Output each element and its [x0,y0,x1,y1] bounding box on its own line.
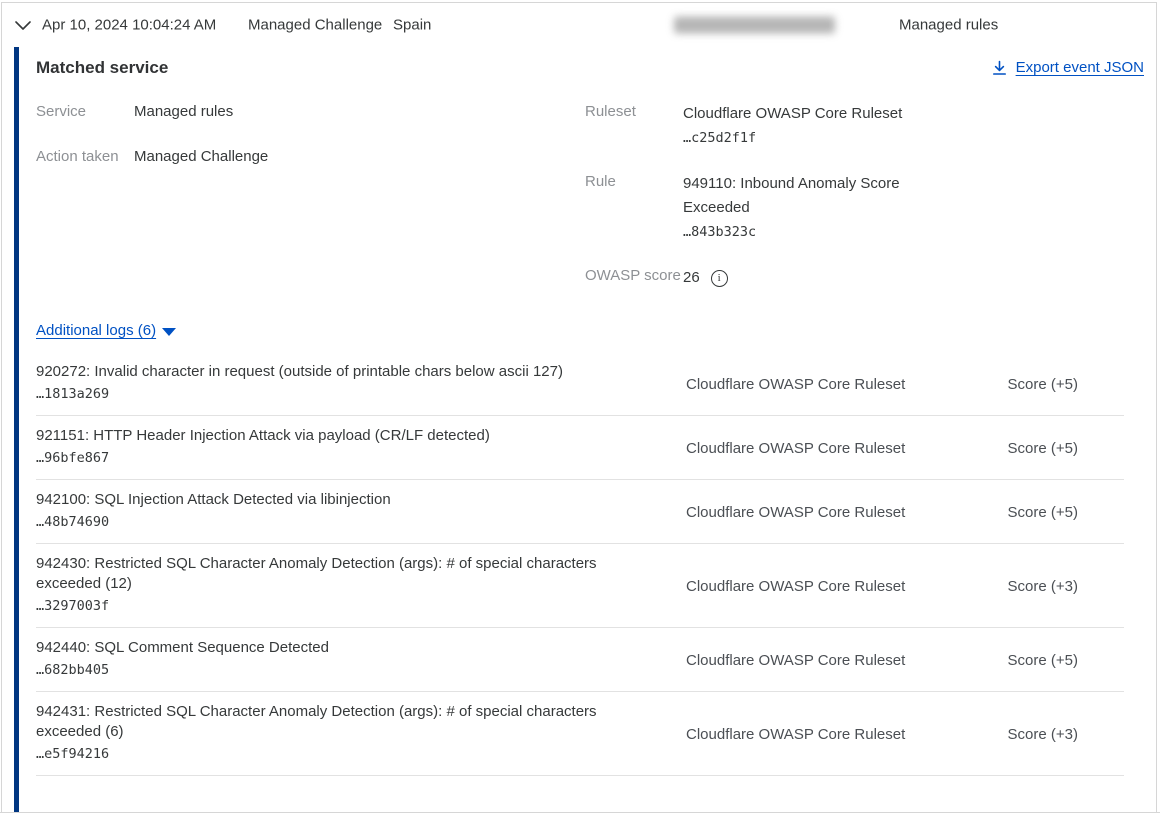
log-ruleset: Cloudflare OWASP Core Ruleset [686,504,936,521]
action-taken-value: Managed Challenge [134,147,268,167]
section-title: Matched service [36,58,168,78]
log-ruleset: Cloudflare OWASP Core Ruleset [686,376,936,393]
log-rule-id: …48b74690 [36,510,621,534]
log-score: Score (+3) [1008,578,1078,595]
service-value: Managed rules [134,102,233,122]
panel-header: Matched service Export event JSON [36,58,1144,78]
log-score: Score (+5) [1008,504,1078,521]
log-description: 942440: SQL Comment Sequence Detected …6… [36,638,621,682]
log-description: 942431: Restricted SQL Character Anomaly… [36,702,621,766]
log-description: 921151: HTTP Header Injection Attack via… [36,426,621,470]
log-ruleset: Cloudflare OWASP Core Ruleset [686,440,936,457]
service-label: Service [36,102,134,122]
service-field: Service Managed rules [36,102,585,122]
info-icon[interactable]: i [711,270,728,287]
log-rule-id: …3297003f [36,594,621,618]
chevron-down-icon[interactable] [13,15,33,35]
owasp-score-field: OWASP score 26 i [585,266,1144,290]
action-taken-label: Action taken [36,147,134,167]
log-rule-id: …682bb405 [36,658,621,682]
ruleset-value: Cloudflare OWASP Core Ruleset …c25d2f1f [683,102,902,150]
rule-label: Rule [585,172,683,244]
action-taken-field: Action taken Managed Challenge [36,147,585,167]
log-row: 921151: HTTP Header Injection Attack via… [36,416,1124,480]
log-description: 942430: Restricted SQL Character Anomaly… [36,554,621,618]
rule-id: …843b323c [683,224,756,240]
log-ruleset: Cloudflare OWASP Core Ruleset [686,726,936,743]
log-rule-title: 921151: HTTP Header Injection Attack via… [36,426,621,446]
log-rule-title: 942100: SQL Injection Attack Detected vi… [36,490,621,510]
caret-down-icon [162,328,176,336]
log-row: 920272: Invalid character in request (ou… [36,352,1124,416]
owasp-score-label: OWASP score [585,266,683,290]
ruleset-label: Ruleset [585,102,683,150]
log-description: 942100: SQL Injection Attack Detected vi… [36,490,621,534]
event-timestamp: Apr 10, 2024 10:04:24 AM [42,17,216,34]
export-event-json-link[interactable]: Export event JSON [992,59,1144,76]
ruleset-name: Cloudflare OWASP Core Ruleset [683,105,902,122]
event-detail-panel: Matched service Export event JSON Servic… [2,49,1156,812]
log-rule-id: …96bfe867 [36,446,621,470]
event-country: Spain [393,17,431,34]
log-rule-id: …e5f94216 [36,742,621,766]
additional-logs-toggle[interactable]: Additional logs (6) [36,322,176,339]
matched-service-fields: Service Managed rules Action taken Manag… [36,102,1144,312]
redacted-value [674,17,835,34]
ruleset-id: …c25d2f1f [683,130,756,146]
additional-logs-list: 920272: Invalid character in request (ou… [36,352,1124,776]
event-action: Managed Challenge [248,17,382,34]
log-ruleset: Cloudflare OWASP Core Ruleset [686,578,936,595]
log-row: 942100: SQL Injection Attack Detected vi… [36,480,1124,544]
field-column-right: Ruleset Cloudflare OWASP Core Ruleset …c… [585,102,1144,312]
ruleset-field: Ruleset Cloudflare OWASP Core Ruleset …c… [585,102,1144,150]
log-rule-title: 942431: Restricted SQL Character Anomaly… [36,702,621,742]
log-score: Score (+5) [1008,440,1078,457]
log-ruleset: Cloudflare OWASP Core Ruleset [686,652,936,669]
owasp-score-value-wrap: 26 i [683,266,728,290]
log-rule-title: 920272: Invalid character in request (ou… [36,362,621,382]
field-column-left: Service Managed rules Action taken Manag… [36,102,585,192]
log-score: Score (+5) [1008,652,1078,669]
rule-name: 949110: Inbound Anomaly Score Exceeded [683,175,900,216]
rule-value: 949110: Inbound Anomaly Score Exceeded …… [683,172,928,244]
event-service: Managed rules [899,17,998,34]
log-description: 920272: Invalid character in request (ou… [36,362,621,406]
log-row: 942431: Restricted SQL Character Anomaly… [36,692,1124,776]
export-link-label: Export event JSON [1016,59,1144,76]
owasp-score-value: 26 [683,266,700,290]
log-rule-title: 942440: SQL Comment Sequence Detected [36,638,621,658]
log-score: Score (+5) [1008,376,1078,393]
log-rule-id: …1813a269 [36,382,621,406]
log-row: 942440: SQL Comment Sequence Detected …6… [36,628,1124,692]
log-rule-title: 942430: Restricted SQL Character Anomaly… [36,554,621,594]
table-right-border [1156,2,1157,812]
rule-field: Rule 949110: Inbound Anomaly Score Excee… [585,172,1144,244]
download-icon [992,60,1007,76]
table-bottom-border [0,812,1160,813]
log-row: 942430: Restricted SQL Character Anomaly… [36,544,1124,628]
log-score: Score (+3) [1008,726,1078,743]
event-summary-row[interactable]: Apr 10, 2024 10:04:24 AM Managed Challen… [2,3,1156,47]
additional-logs-label: Additional logs (6) [36,322,156,339]
